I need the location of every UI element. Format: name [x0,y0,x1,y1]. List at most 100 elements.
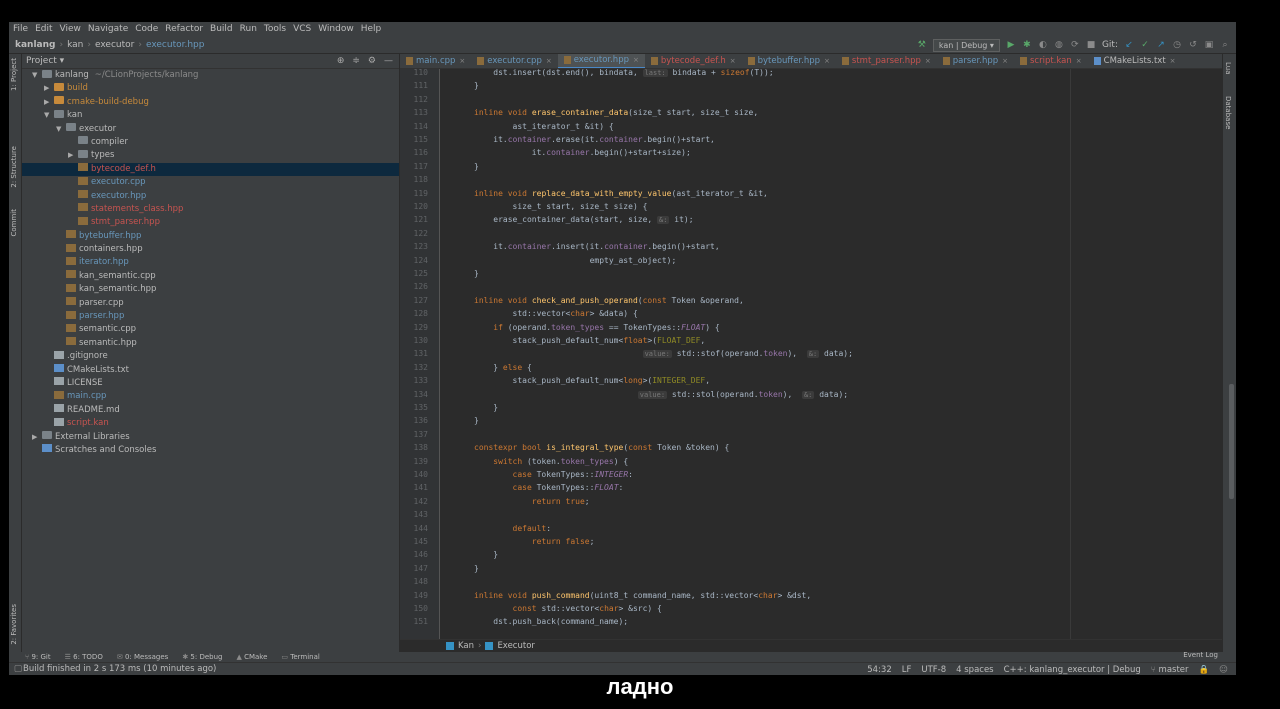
status-panel-icon[interactable]: ▢ [13,664,23,674]
menu-view[interactable]: View [60,24,81,34]
history-icon[interactable]: ◷ [1172,40,1182,50]
close-icon[interactable]: × [824,54,830,68]
tree-item[interactable]: kan_semantic.hpp [22,283,399,296]
tool-window-2[interactable]: ✉ 0: Messages [117,653,168,661]
tool-window-4[interactable]: ▲ CMake [236,653,267,661]
git-branch[interactable]: ⑂ master [1151,665,1189,675]
tree-item[interactable]: ▼ executor [22,123,399,136]
close-icon[interactable]: × [1002,54,1008,68]
project-view-select[interactable]: Project ▾ [26,56,64,66]
tree-item[interactable]: containers.hpp [22,243,399,256]
close-icon[interactable]: × [633,54,639,68]
caret-position[interactable]: 54:32 [867,665,892,675]
tree-item[interactable]: iterator.hpp [22,256,399,269]
tree-item[interactable]: compiler [22,136,399,149]
tab-structure[interactable]: 2: Structure [10,146,18,188]
close-icon[interactable]: × [1076,54,1082,68]
git-commit-icon[interactable]: ✓ [1140,40,1150,50]
inspector-icon[interactable]: ☺ [1219,665,1228,675]
event-log-button[interactable]: Event Log [1183,651,1218,659]
tree-item[interactable]: ▶ build [22,82,399,95]
line-separator[interactable]: LF [902,665,912,675]
tree-item[interactable]: executor.hpp [22,190,399,203]
breadcrumb-executor[interactable]: executor [95,40,134,50]
close-icon[interactable]: × [546,54,552,68]
expand-arrow-icon[interactable]: ▶ [68,149,78,162]
tool-window-0[interactable]: ⑂ 9: Git [25,653,51,661]
tree-item[interactable]: .gitignore [22,350,399,363]
tree-item[interactable]: bytebuffer.hpp [22,230,399,243]
close-icon[interactable]: × [1170,54,1176,68]
breadcrumb-file[interactable]: executor.hpp [146,40,205,50]
editor-tab[interactable]: script.kan × [1014,54,1088,68]
code-area[interactable]: 110 dst.insert(dst.end(), bindata, last:… [400,69,1222,639]
menu-build[interactable]: Build [210,24,233,34]
close-icon[interactable]: × [730,54,736,68]
tree-item[interactable]: semantic.cpp [22,323,399,336]
tab-commit[interactable]: Commit [10,209,18,237]
debug-icon[interactable]: ✱ [1022,40,1032,50]
hide-icon[interactable]: — [384,56,393,66]
editor-tab[interactable]: bytebuffer.hpp × [742,54,836,68]
tree-item[interactable]: semantic.hpp [22,337,399,350]
menu-window[interactable]: Window [318,24,354,34]
file-encoding[interactable]: UTF-8 [921,665,946,675]
lock-icon[interactable]: 🔒 [1199,665,1210,675]
expand-arrow-icon[interactable]: ▶ [44,96,54,109]
menu-tools[interactable]: Tools [264,24,286,34]
editor-tab[interactable]: bytecode_def.h × [645,54,742,68]
expand-arrow-icon[interactable]: ▼ [44,109,54,122]
tree-item[interactable]: CMakeLists.txt [22,364,399,377]
tree-item[interactable]: ▼ kanlang ~/CLionProjects/kanlang [22,69,399,82]
tab-favorites[interactable]: 2: Favorites [10,604,18,645]
breadcrumb-project[interactable]: kanlang [15,40,55,50]
coverage-icon[interactable]: ◐ [1038,40,1048,50]
rollback-icon[interactable]: ↺ [1188,40,1198,50]
layout-icon[interactable]: ▣ [1204,40,1214,50]
search-icon[interactable]: ⌕ [1220,40,1230,50]
tree-item[interactable]: LICENSE [22,377,399,390]
tab-database[interactable]: Database [1224,96,1232,129]
code-breadcrumb-executor[interactable]: Executor [497,641,534,651]
stop-icon[interactable]: ■ [1086,40,1096,50]
tree-item[interactable]: ▶ External Libraries [22,431,399,444]
tree-item[interactable]: kan_semantic.cpp [22,270,399,283]
menu-code[interactable]: Code [135,24,158,34]
resolve-context[interactable]: C++: kanlang_executor | Debug [1004,665,1141,675]
tree-item[interactable]: parser.cpp [22,297,399,310]
profile-icon[interactable]: ◍ [1054,40,1064,50]
run-configuration-select[interactable]: kan | Debug ▾ [932,38,1000,52]
tree-item[interactable]: script.kan [22,417,399,430]
editor-scrollbar[interactable] [1229,384,1234,499]
tool-window-1[interactable]: ☰ 6: TODO [65,653,103,661]
tool-window-5[interactable]: ▭ Terminal [281,653,319,661]
gear-icon[interactable]: ⚙ [368,56,376,66]
editor-tab[interactable]: parser.hpp × [937,54,1014,68]
tab-lua[interactable]: Lua [1224,62,1232,75]
expand-arrow-icon[interactable]: ▼ [56,123,66,136]
tree-item[interactable]: bytecode_def.h [22,162,399,177]
tree-item[interactable]: ▶ types [22,149,399,162]
breadcrumb-kan[interactable]: kan [67,40,83,50]
menu-edit[interactable]: Edit [35,24,52,34]
collapse-icon[interactable]: ≑ [352,56,360,66]
editor-tab[interactable]: executor.cpp × [471,54,557,68]
editor-tab[interactable]: main.cpp × [400,54,471,68]
tree-item[interactable]: executor.cpp [22,176,399,189]
tool-window-3[interactable]: ✱ 5: Debug [182,653,222,661]
tree-item[interactable]: ▶ cmake-build-debug [22,96,399,109]
menu-vcs[interactable]: VCS [293,24,311,34]
editor-tab[interactable]: CMakeLists.txt × [1088,54,1182,68]
menu-help[interactable]: Help [361,24,382,34]
expand-arrow-icon[interactable]: ▼ [32,69,42,82]
tree-item[interactable]: stmt_parser.hpp [22,216,399,229]
close-icon[interactable]: × [459,54,465,68]
tree-item[interactable]: parser.hpp [22,310,399,323]
locate-icon[interactable]: ⊕ [337,56,345,66]
menu-run[interactable]: Run [240,24,257,34]
attach-icon[interactable]: ⟳ [1070,40,1080,50]
tree-item[interactable]: README.md [22,404,399,417]
expand-arrow-icon[interactable]: ▶ [32,431,42,444]
git-update-icon[interactable]: ↙ [1124,40,1134,50]
tab-project[interactable]: 1: Project [10,58,18,91]
